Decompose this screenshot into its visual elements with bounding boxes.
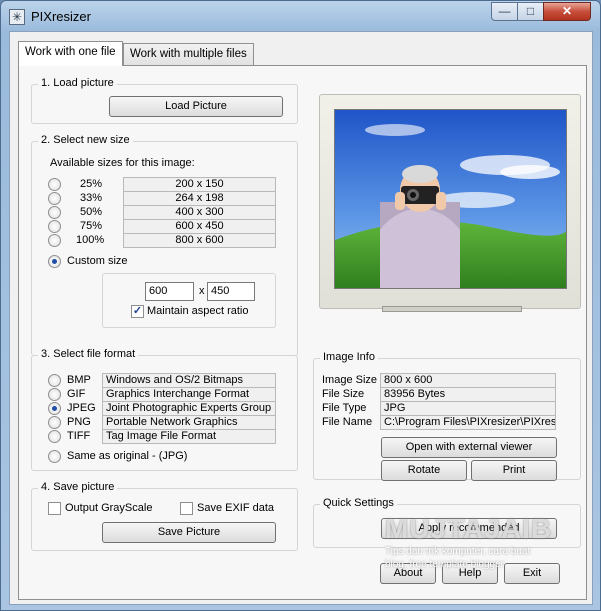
same-as-original-radio[interactable]: [48, 450, 61, 463]
custom-size-box: 600 x 450 ✓ Maintain aspect ratio: [102, 273, 276, 328]
format-radio-tiff[interactable]: [48, 430, 61, 443]
size-pct-label: 50%: [80, 206, 103, 218]
size-dims-field: 264 x 198: [123, 191, 276, 206]
aspect-ratio-checkbox[interactable]: ✓: [131, 305, 144, 318]
client-area: Work with one file Work with multiple fi…: [9, 31, 593, 605]
format-radio-bmp[interactable]: [48, 374, 61, 387]
monitor-stand: [382, 306, 522, 312]
group-label: 3. Select file format: [38, 348, 139, 360]
size-radio-50[interactable]: [48, 206, 61, 219]
format-ext-label: JPEG: [67, 402, 96, 414]
info-label: File Size: [322, 388, 365, 400]
about-button[interactable]: About: [380, 563, 436, 584]
info-value-field: 800 x 600: [380, 373, 556, 388]
size-pct-label: 25%: [80, 178, 103, 190]
format-desc-field: Joint Photographic Experts Group: [102, 401, 276, 416]
close-button[interactable]: ✕: [543, 2, 591, 21]
custom-height-input[interactable]: 450: [207, 282, 255, 301]
size-dims-field: 800 x 600: [123, 233, 276, 248]
minimize-button[interactable]: —: [491, 2, 518, 21]
info-value-field: 83956 Bytes: [380, 387, 556, 402]
format-radio-jpeg[interactable]: [48, 402, 61, 415]
size-radio-75[interactable]: [48, 220, 61, 233]
group-label: Image Info: [320, 351, 378, 363]
format-ext-label: TIFF: [67, 430, 91, 442]
preview-image: [334, 109, 567, 289]
info-value-field: C:\Program Files\PIXresizer\PIXresiz: [380, 415, 556, 430]
format-desc-field: Windows and OS/2 Bitmaps: [102, 373, 276, 388]
size-separator: x: [199, 285, 205, 297]
window-title: PIXresizer: [31, 9, 91, 24]
tab-one-file[interactable]: Work with one file: [18, 41, 123, 66]
tab-panel: 1. Load picture Load Picture 2. Select n…: [18, 65, 587, 600]
app-icon[interactable]: ✳: [9, 9, 25, 25]
same-as-original-label: Same as original - (JPG): [67, 450, 188, 462]
format-radio-gif[interactable]: [48, 388, 61, 401]
open-external-viewer-button[interactable]: Open with external viewer: [381, 437, 557, 458]
custom-size-label: Custom size: [67, 255, 128, 267]
file-format-group: 3. Select file format BMP Windows and OS…: [31, 348, 298, 471]
print-button[interactable]: Print: [471, 460, 557, 481]
quick-settings-group: Quick Settings Apply recommended: [313, 497, 581, 548]
custom-size-radio[interactable]: [48, 255, 61, 268]
format-desc-field: Graphics Interchange Format: [102, 387, 276, 402]
rotate-button[interactable]: Rotate: [381, 460, 467, 481]
info-label: Image Size: [322, 374, 378, 386]
info-value-field: JPG: [380, 401, 556, 416]
app-window: ✳ PIXresizer — □ ✕ Work with one file Wo…: [0, 0, 601, 611]
title-bar[interactable]: ✳ PIXresizer — □ ✕: [1, 1, 600, 31]
load-picture-group: 1. Load picture Load Picture: [31, 77, 298, 124]
select-size-group: 2. Select new size Available sizes for t…: [31, 134, 298, 356]
apply-recommended-button[interactable]: Apply recommended: [381, 518, 557, 539]
group-label: 1. Load picture: [38, 77, 117, 89]
format-radio-png[interactable]: [48, 416, 61, 429]
preview-monitor: [319, 94, 581, 309]
info-label: File Type: [322, 402, 367, 414]
format-ext-label: BMP: [67, 374, 91, 386]
exif-checkbox[interactable]: [180, 502, 193, 515]
size-radio-33[interactable]: [48, 192, 61, 205]
save-picture-button[interactable]: Save Picture: [102, 522, 276, 543]
available-sizes-caption: Available sizes for this image:: [50, 157, 195, 169]
size-dims-field: 600 x 450: [123, 219, 276, 234]
size-pct-label: 75%: [80, 220, 103, 232]
load-picture-button[interactable]: Load Picture: [109, 96, 283, 117]
image-info-group: Image Info Image Size 800 x 600 File Siz…: [313, 351, 581, 481]
size-pct-label: 100%: [76, 234, 105, 246]
tab-multiple-files[interactable]: Work with multiple files: [123, 43, 254, 66]
help-button[interactable]: Help: [442, 563, 498, 584]
maximize-button[interactable]: □: [517, 2, 544, 21]
format-ext-label: PNG: [67, 416, 91, 428]
size-radio-100[interactable]: [48, 234, 61, 247]
size-dims-field: 400 x 300: [123, 205, 276, 220]
custom-width-input[interactable]: 600: [145, 282, 194, 301]
exit-button[interactable]: Exit: [504, 563, 560, 584]
size-radio-25[interactable]: [48, 178, 61, 191]
size-dims-field: 200 x 150: [123, 177, 276, 192]
group-label: 2. Select new size: [38, 134, 133, 146]
format-desc-field: Portable Network Graphics: [102, 415, 276, 430]
save-picture-group: 4. Save picture Output GrayScale Save EX…: [31, 481, 298, 551]
info-label: File Name: [322, 416, 373, 428]
format-ext-label: GIF: [67, 388, 86, 400]
format-desc-field: Tag Image File Format: [102, 429, 276, 444]
group-label: Quick Settings: [320, 497, 397, 509]
size-pct-label: 33%: [80, 192, 103, 204]
aspect-ratio-label: Maintain aspect ratio: [147, 305, 249, 317]
exif-label: Save EXIF data: [197, 502, 275, 514]
grayscale-label: Output GrayScale: [65, 502, 153, 514]
group-label: 4. Save picture: [38, 481, 118, 493]
grayscale-checkbox[interactable]: [48, 502, 61, 515]
